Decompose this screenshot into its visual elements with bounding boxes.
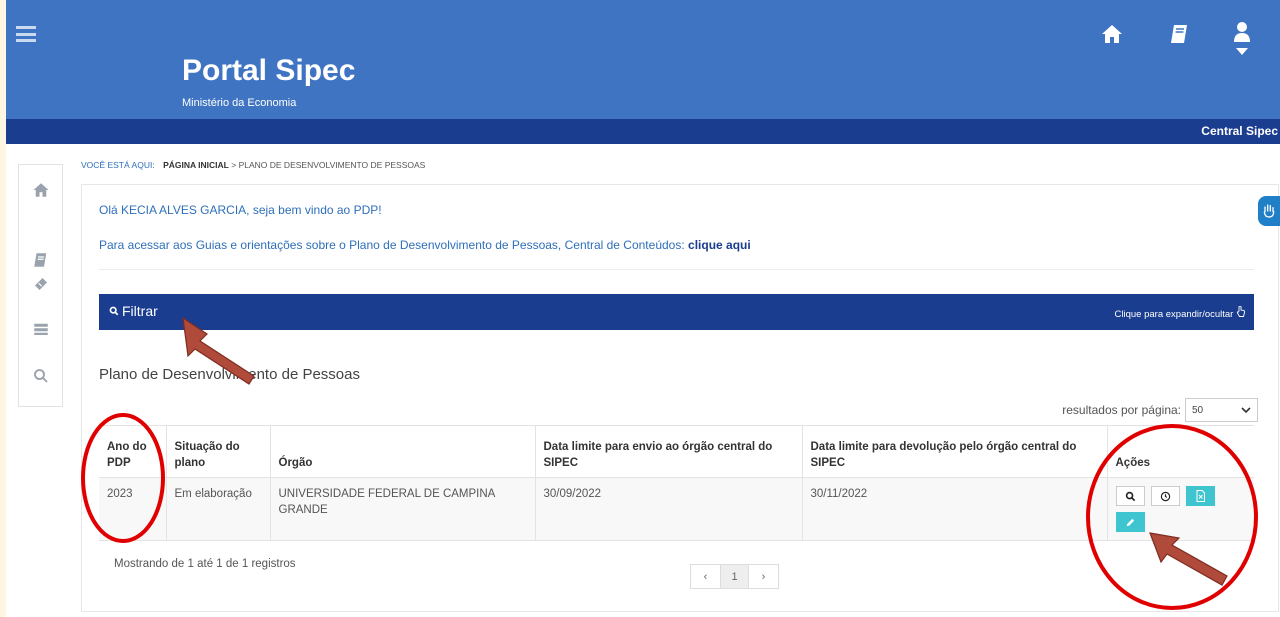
filter-toggle[interactable]: Filtrar	[109, 303, 158, 319]
export-button[interactable]	[1185, 486, 1215, 506]
search-icon[interactable]	[32, 367, 50, 385]
home-icon[interactable]	[32, 181, 50, 199]
table-row: 2023 Em elaboração UNIVERSIDADE FEDERAL …	[99, 477, 1254, 541]
cell-situacao: Em elaboração	[166, 477, 271, 541]
chevron-down-icon	[1241, 407, 1251, 414]
col-header-data-envio[interactable]: Data limite para envio ao órgão central …	[535, 425, 803, 478]
book-icon[interactable]	[1168, 22, 1192, 46]
clock-icon	[1160, 491, 1170, 501]
results-per-page-select[interactable]: 50	[1185, 398, 1258, 422]
col-header-data-devolucao[interactable]: Data limite para devolução pelo órgão ce…	[802, 425, 1108, 478]
results-per-page-value: 50	[1192, 404, 1204, 416]
filter-label: Filtrar	[122, 303, 158, 319]
results-per-page: resultados por página: 50	[1062, 398, 1258, 422]
portal-title: Portal Sipec	[182, 54, 356, 87]
breadcrumb-separator: >	[231, 160, 237, 170]
breadcrumb-current: PLANO DE DESENVOLVIMENTO DE PESSOAS	[238, 160, 426, 170]
col-header-acoes: Ações	[1107, 425, 1254, 478]
cell-ano: 2023	[99, 477, 167, 541]
col-header-orgao[interactable]: Órgão	[270, 425, 536, 478]
cell-orgao: UNIVERSIDADE FEDERAL DE CAMPINA GRANDE	[270, 477, 536, 541]
search-icon	[1125, 491, 1135, 501]
breadcrumb: VOCÊ ESTÁ AQUI: PÁGINA INICIAL > PLANO D…	[81, 160, 425, 170]
pagination: ‹ 1 ›	[690, 564, 779, 589]
portal-subtitle: Ministério da Economia	[182, 97, 297, 109]
col-header-ano[interactable]: Ano do PDP	[99, 425, 167, 478]
guide-message: Para acessar aos Guias e orientações sob…	[99, 238, 751, 252]
filter-bar[interactable]: Filtrar Clique para expandir/ocultar	[99, 294, 1254, 330]
home-icon[interactable]	[1100, 22, 1124, 46]
cell-actions	[1107, 477, 1254, 541]
page: Portal Sipec Ministério da Economia Cent…	[6, 0, 1280, 617]
user-icon[interactable]	[1232, 20, 1252, 56]
document-icon	[1196, 490, 1205, 502]
expand-collapse-toggle[interactable]: Clique para expandir/ocultar	[1114, 305, 1246, 320]
side-nav	[18, 164, 63, 407]
pencil-icon	[1126, 518, 1134, 526]
history-button[interactable]	[1150, 486, 1180, 506]
ticket-icon[interactable]	[32, 275, 50, 293]
divider	[99, 269, 1254, 270]
cell-data-devolucao: 30/11/2022	[802, 477, 1108, 541]
row-actions	[1115, 486, 1234, 532]
book-icon[interactable]	[32, 251, 50, 269]
pdp-table: Ano do PDP Situação do plano Órgão Data …	[99, 425, 1254, 541]
main-panel: Olá KECIA ALVES GARCIA, seja bem vindo a…	[81, 184, 1279, 612]
expand-label: Clique para expandir/ocultar	[1114, 309, 1234, 320]
table-header-row: Ano do PDP Situação do plano Órgão Data …	[99, 425, 1254, 478]
records-summary: Mostrando de 1 até 1 de 1 registros	[114, 558, 296, 570]
server-icon[interactable]	[32, 320, 50, 338]
breadcrumb-label: VOCÊ ESTÁ AQUI:	[81, 160, 155, 170]
search-icon	[109, 306, 119, 316]
section-title: Plano de Desenvolvimento de Pessoas	[99, 366, 360, 383]
edit-button[interactable]	[1115, 512, 1145, 532]
next-page-button[interactable]: ›	[749, 565, 778, 588]
hand-pointer-icon	[1236, 305, 1246, 317]
view-button[interactable]	[1115, 486, 1145, 506]
sign-language-icon	[1263, 204, 1275, 218]
prev-page-button[interactable]: ‹	[691, 565, 720, 588]
page-1-button[interactable]: 1	[720, 565, 749, 588]
breadcrumb-home-link[interactable]: PÁGINA INICIAL	[163, 160, 229, 170]
results-per-page-label: resultados por página:	[1062, 403, 1181, 417]
central-sipec-link[interactable]: Central Sipec	[1201, 124, 1278, 138]
header-bar: Portal Sipec Ministério da Economia	[6, 0, 1280, 119]
welcome-message: Olá KECIA ALVES GARCIA, seja bem vindo a…	[99, 203, 382, 217]
central-band: Central Sipec	[6, 119, 1280, 144]
guide-link[interactable]: clique aqui	[688, 238, 751, 252]
guide-text: Para acessar aos Guias e orientações sob…	[99, 238, 685, 252]
hamburger-icon[interactable]	[16, 26, 36, 42]
accessibility-widget[interactable]	[1258, 196, 1280, 226]
col-header-situacao[interactable]: Situação do plano	[166, 425, 271, 478]
cell-data-envio: 30/09/2022	[535, 477, 803, 541]
